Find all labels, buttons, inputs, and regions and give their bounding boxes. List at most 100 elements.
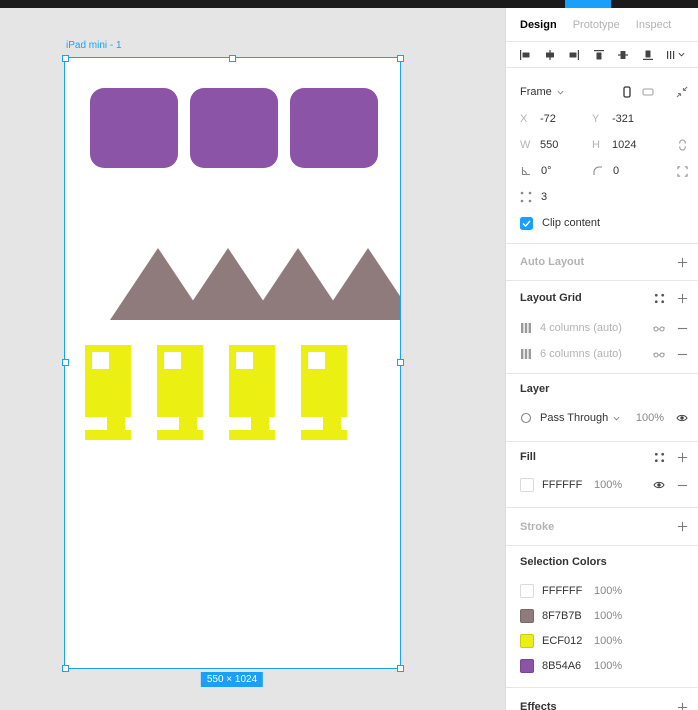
color-opacity-value[interactable]: 100%: [594, 635, 622, 647]
corner-radius-field[interactable]: 0: [592, 165, 664, 177]
color-hex-value[interactable]: 8F7B7B: [542, 610, 594, 622]
align-right-icon[interactable]: [568, 49, 580, 61]
selection-color-row[interactable]: 8B54A6 100%: [506, 653, 698, 678]
tab-design[interactable]: Design: [520, 19, 557, 31]
yellow-pump-shape[interactable]: [229, 345, 275, 440]
grid-styles-icon[interactable]: [654, 293, 665, 304]
x-position-field[interactable]: X -72: [520, 113, 592, 125]
selection-color-row[interactable]: FFFFFF 100%: [506, 578, 698, 603]
effects-title: Effects: [520, 701, 557, 710]
purple-rounded-square[interactable]: [290, 88, 378, 168]
fill-opacity-value[interactable]: 100%: [594, 479, 622, 491]
corner-count-field[interactable]: 3: [520, 191, 592, 203]
w-label: W: [520, 139, 531, 151]
color-swatch[interactable]: [520, 608, 534, 623]
remove-grid-button[interactable]: [677, 349, 688, 360]
blend-mode-dropdown[interactable]: Pass Through: [540, 412, 620, 424]
y-label: Y: [592, 113, 600, 125]
clip-content-checkbox[interactable]: [520, 216, 533, 230]
fill-hex-value[interactable]: FFFFFF: [542, 479, 594, 491]
selection-handle[interactable]: [62, 359, 69, 366]
selection-handle[interactable]: [397, 665, 404, 672]
selection-handle[interactable]: [62, 55, 69, 62]
align-bottom-icon[interactable]: [642, 49, 654, 61]
selection-handle[interactable]: [397, 359, 404, 366]
tab-inspect[interactable]: Inspect: [636, 19, 671, 31]
color-hex-value[interactable]: ECF012: [542, 635, 594, 647]
constrain-proportions-icon[interactable]: [677, 139, 688, 151]
add-fill-button[interactable]: [677, 452, 688, 463]
frame[interactable]: [64, 57, 401, 669]
selection-handle[interactable]: [229, 55, 236, 62]
yellow-pump-shape[interactable]: [85, 345, 131, 440]
fill-section: Fill FFFFFF 100%: [506, 442, 698, 508]
layout-grid-title: Layout Grid: [520, 292, 582, 304]
frame-type-dropdown[interactable]: Frame: [520, 86, 564, 98]
share-button[interactable]: [565, 0, 611, 8]
height-field[interactable]: H 1024: [592, 139, 664, 151]
purple-rounded-square[interactable]: [90, 88, 178, 168]
layout-grid-row[interactable]: 4 columns (auto): [506, 315, 698, 341]
independent-corners-toggle-icon[interactable]: [677, 165, 688, 177]
selection-color-row[interactable]: 8F7B7B 100%: [506, 603, 698, 628]
portrait-orientation-button[interactable]: [621, 86, 633, 98]
blend-mode-icon: [520, 412, 532, 424]
canvas[interactable]: iPad mini - 1 550 × 1024: [0, 8, 505, 710]
layer-opacity-field[interactable]: 100%: [636, 412, 664, 424]
distribute-options-icon[interactable]: [666, 49, 685, 61]
layout-grid-label: 6 columns (auto): [540, 348, 622, 360]
triangle-shape[interactable]: [320, 248, 400, 320]
y-position-field[interactable]: Y -321: [592, 113, 664, 125]
triangle-shapes[interactable]: [110, 248, 400, 320]
eye-icon[interactable]: [653, 479, 665, 491]
effects-section: Effects: [506, 688, 698, 710]
yellow-pump-shape[interactable]: [301, 345, 347, 440]
remove-grid-button[interactable]: [677, 323, 688, 334]
toolbar: [0, 0, 698, 8]
frame-name-label[interactable]: iPad mini - 1: [66, 40, 122, 51]
grid-settings-icon[interactable]: [653, 322, 665, 334]
yellow-pump-shape[interactable]: [157, 345, 203, 440]
selection-handle[interactable]: [397, 55, 404, 62]
pump-stub: [107, 417, 125, 430]
pump-base: [85, 430, 131, 440]
blend-mode-value: Pass Through: [540, 412, 609, 424]
grid-settings-icon[interactable]: [653, 348, 665, 360]
add-effect-button[interactable]: [677, 702, 688, 710]
align-vertical-centers-icon[interactable]: [617, 49, 629, 61]
align-left-icon[interactable]: [519, 49, 531, 61]
landscape-orientation-button[interactable]: [642, 86, 654, 98]
add-stroke-button[interactable]: [677, 521, 688, 532]
color-swatch[interactable]: [520, 658, 534, 673]
selection-color-row[interactable]: ECF012 100%: [506, 628, 698, 653]
rotation-angle-icon: [521, 167, 530, 176]
width-field[interactable]: W 550: [520, 139, 592, 151]
color-opacity-value[interactable]: 100%: [594, 610, 622, 622]
color-hex-value[interactable]: FFFFFF: [542, 585, 594, 597]
clip-content-label: Clip content: [542, 217, 601, 229]
resize-to-fit-icon[interactable]: [676, 86, 688, 98]
color-swatch[interactable]: [520, 633, 534, 648]
layer-section: Layer Pass Through 100%: [506, 374, 698, 442]
fill-row[interactable]: FFFFFF 100%: [506, 472, 698, 498]
fill-color-swatch[interactable]: [520, 478, 534, 492]
add-layout-grid-button[interactable]: [677, 293, 688, 304]
selection-handle[interactable]: [62, 665, 69, 672]
color-opacity-value[interactable]: 100%: [594, 585, 622, 597]
purple-rounded-square[interactable]: [190, 88, 278, 168]
layout-grid-row[interactable]: 6 columns (auto): [506, 341, 698, 367]
color-opacity-value[interactable]: 100%: [594, 660, 622, 672]
eye-icon[interactable]: [676, 412, 688, 424]
pump-stub: [179, 417, 197, 430]
remove-fill-button[interactable]: [677, 480, 688, 491]
rotation-field[interactable]: 0°: [520, 165, 592, 177]
x-value: -72: [540, 113, 556, 125]
inspector-tabs: Design Prototype Inspect: [506, 8, 698, 42]
color-swatch[interactable]: [520, 583, 534, 598]
tab-prototype[interactable]: Prototype: [573, 19, 620, 31]
color-hex-value[interactable]: 8B54A6: [542, 660, 594, 672]
add-auto-layout-button[interactable]: [677, 257, 688, 268]
fill-styles-icon[interactable]: [654, 452, 665, 463]
align-horizontal-centers-icon[interactable]: [544, 49, 556, 61]
align-top-icon[interactable]: [593, 49, 605, 61]
